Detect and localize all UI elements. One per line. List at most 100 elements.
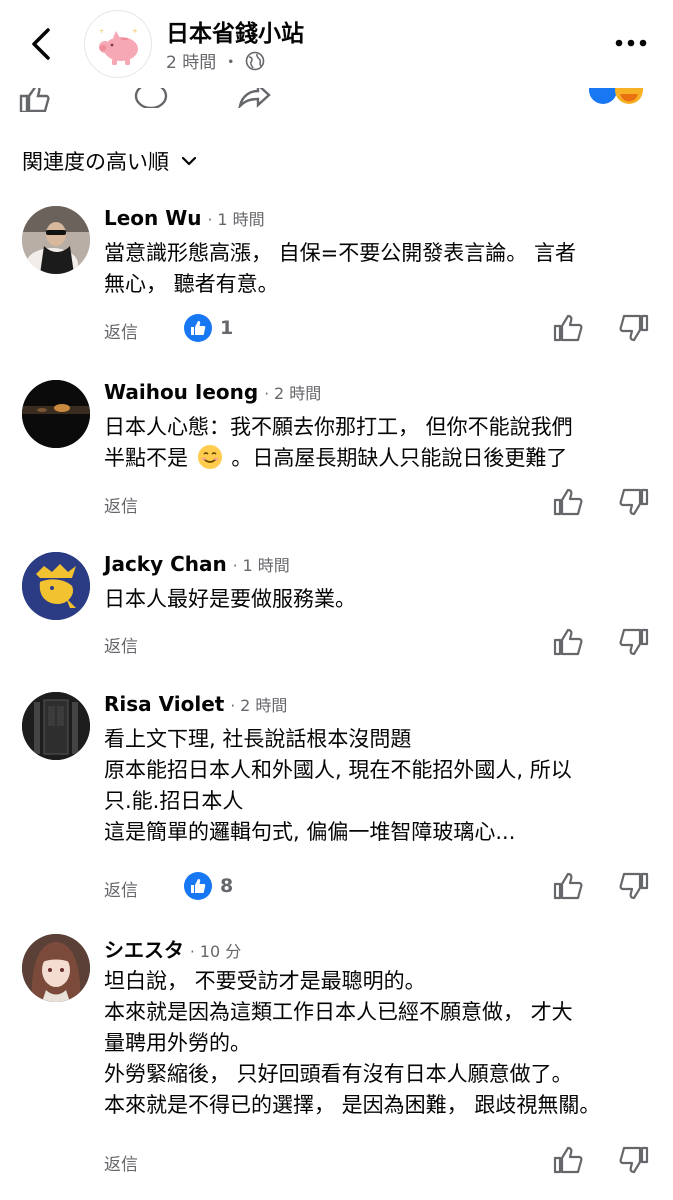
separator-dot: · — [207, 211, 213, 229]
thumbs-up-icon[interactable] — [553, 1146, 583, 1174]
page-title[interactable]: 日本省錢小站 — [166, 14, 304, 48]
page-avatar[interactable]: + + — [84, 10, 152, 78]
thumbs-up-icon[interactable] — [553, 314, 583, 342]
reply-button[interactable]: 返信 — [104, 318, 138, 343]
thumbs-down-icon[interactable] — [619, 314, 649, 342]
meta-separator: ・ — [222, 53, 240, 73]
like-count-value: 8 — [220, 875, 234, 897]
comment-text: 看上文下理, 社長說話根本沒問題 原本能招日本人和外國人, 現在不能招外國人, … — [104, 724, 649, 848]
comment-line: 本來就是不得已的選擇， 是因為困難， 跟歧視無關。 — [104, 1093, 601, 1117]
separator-dot: · — [230, 697, 236, 715]
comment-header: Waihou Ieong · 2 時間 — [104, 380, 321, 404]
separator-dot: · — [232, 557, 238, 575]
avatar[interactable] — [22, 206, 90, 274]
comment-line: 外勞緊縮後， 只好回頭看有沒有日本人願意做了。 — [104, 1062, 573, 1086]
vote-buttons — [553, 488, 649, 516]
post-stats-bar — [0, 88, 673, 112]
reply-button[interactable]: 返信 — [104, 492, 138, 517]
avatar[interactable] — [22, 380, 90, 448]
comment-item: Waihou Ieong · 2 時間 日本人心態：我不願去你那打工， 但你不能… — [0, 374, 673, 524]
comment-text: 坦白說， 不要受訪才是最聰明的。 本來就是因為這類工作日本人已經不願意做， 才大… — [104, 966, 649, 1121]
user-photo-icon — [22, 380, 90, 448]
comment-actions: 返信 1 — [104, 314, 649, 344]
commenter-name[interactable]: Jacky Chan — [104, 552, 227, 576]
separator-dot: · — [190, 943, 195, 961]
comment-time[interactable]: 10 分 — [200, 938, 241, 962]
commenter-name[interactable]: シエスタ — [104, 934, 184, 963]
like-badge-icon — [184, 314, 212, 342]
reply-button[interactable]: 返信 — [104, 876, 138, 901]
like-count-value: 1 — [220, 317, 234, 339]
thumbs-up-icon[interactable] — [553, 628, 583, 656]
comment-line: 看上文下理, 社長說話根本沒問題 — [104, 727, 412, 751]
comment-line: 無心， 聽者有意。 — [104, 272, 279, 296]
thumbs-up-icon[interactable] — [553, 488, 583, 516]
user-photo-icon — [22, 206, 90, 274]
thumbs-down-icon[interactable] — [619, 488, 649, 516]
reply-button[interactable]: 返信 — [104, 632, 138, 657]
thumbs-down-icon[interactable] — [619, 628, 649, 656]
comment-time[interactable]: 2 時間 — [240, 692, 287, 716]
separator-dot: · — [264, 385, 269, 403]
commenter-name[interactable]: Risa Violet — [104, 692, 224, 716]
chevron-down-icon — [181, 156, 197, 166]
comment-icon[interactable] — [134, 88, 168, 108]
like-count[interactable]: 1 — [184, 314, 233, 342]
comment-time[interactable]: 1 時間 — [217, 206, 264, 230]
reaction-emojis[interactable] — [589, 88, 653, 112]
vote-buttons — [553, 628, 649, 656]
commenter-name[interactable]: Waihou Ieong — [104, 380, 258, 404]
like-badge-icon — [184, 872, 212, 900]
post-time: 2 時間 — [166, 53, 217, 73]
user-photo-icon — [22, 934, 90, 1002]
svg-text:+: + — [132, 27, 138, 35]
piggy-bank-logo: + + — [99, 27, 138, 65]
comment-actions: 返信 — [104, 628, 649, 658]
comment-line: 本來就是因為這類工作日本人已經不願意做， 才大 — [104, 1000, 573, 1024]
comment-item: Leon Wu · 1 時間 當意識形態高漲， 自保=不要公開發表言論。 言者 … — [0, 200, 673, 350]
comment-text: 日本人心態：我不願去你那打工， 但你不能說我們 半點不是 。日高屋長期缺人只能說… — [104, 412, 649, 474]
avatar[interactable] — [22, 552, 90, 620]
comment-line: 只.能.招日本人 — [104, 789, 244, 813]
comment-time[interactable]: 2 時間 — [274, 380, 321, 404]
comment-line-part: 半點不是 — [104, 446, 188, 470]
vote-buttons — [553, 872, 649, 900]
svg-text:+: + — [99, 28, 104, 35]
user-photo-icon — [22, 692, 90, 760]
comment-actions: 返信 — [104, 488, 649, 518]
thumbs-down-icon[interactable] — [619, 1146, 649, 1174]
sort-dropdown[interactable]: 関連度の高い順 — [22, 146, 197, 176]
comment-line: 這是簡單的邏輯句式, 偏偏一堆智障玻璃心... — [104, 820, 516, 844]
comment-line-part: 。日高屋長期缺人只能說日後更難了 — [231, 446, 568, 470]
thumbs-up-icon[interactable] — [553, 872, 583, 900]
avatar[interactable] — [22, 934, 90, 1002]
back-chevron-icon[interactable] — [24, 24, 60, 64]
comment-item: Risa Violet · 2 時間 看上文下理, 社長說話根本沒問題 原本能招… — [0, 690, 673, 910]
vote-buttons — [553, 314, 649, 342]
comment-time[interactable]: 1 時間 — [243, 552, 290, 576]
comment-line: 當意識形態高漲， 自保=不要公開發表言論。 言者 — [104, 241, 576, 265]
comment-line: 日本人最好是要做服務業。 — [104, 587, 356, 611]
like-count[interactable]: 8 — [184, 872, 233, 900]
vote-buttons — [553, 1146, 649, 1174]
comment-line: 量聘用外勞的。 — [104, 1031, 251, 1055]
comment-text: 日本人最好是要做服務業。 — [104, 584, 649, 615]
reply-button[interactable]: 返信 — [104, 1150, 138, 1175]
like-icon[interactable] — [18, 88, 50, 112]
share-icon[interactable] — [236, 88, 272, 108]
commenter-name[interactable]: Leon Wu — [104, 206, 202, 230]
avatar[interactable] — [22, 692, 90, 760]
comment-line-with-emoji: 半點不是 。日高屋長期缺人只能說日後更難了 — [104, 443, 649, 474]
comment-item: シエスタ · 10 分 坦白說， 不要受訪才是最聰明的。 本來就是因為這類工作日… — [0, 932, 673, 1200]
comment-line: 日本人心態：我不願去你那打工， 但你不能說我們 — [104, 415, 573, 439]
top-bar: + + 日本省錢小站 2 時間 ・ — [0, 0, 673, 96]
comment-actions: 返信 8 — [104, 872, 649, 902]
user-photo-icon — [22, 552, 90, 620]
comment-header: シエスタ · 10 分 — [104, 934, 241, 963]
smile-emoji-icon — [197, 445, 222, 469]
comment-header: Jacky Chan · 1 時間 — [104, 552, 290, 576]
comment-header: Leon Wu · 1 時間 — [104, 206, 265, 230]
comment-line: 坦白說， 不要受訪才是最聰明的。 — [104, 969, 426, 993]
more-icon[interactable] — [613, 28, 649, 58]
thumbs-down-icon[interactable] — [619, 872, 649, 900]
